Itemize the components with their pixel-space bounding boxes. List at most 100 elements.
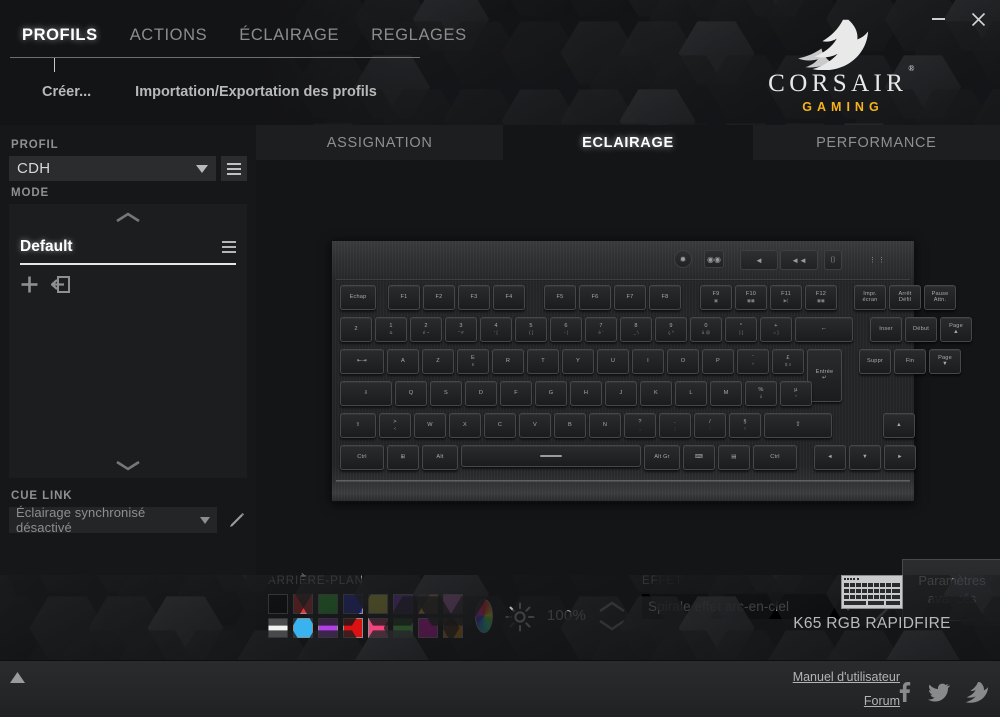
- tab-assignation[interactable]: ASSIGNATION: [256, 125, 505, 160]
- key-m[interactable]: M: [710, 381, 742, 406]
- key-blank[interactable]: ⇩: [340, 381, 392, 406]
- key-b[interactable]: B: [554, 413, 586, 438]
- key-2[interactable]: 2: [340, 317, 372, 342]
- key-f5[interactable]: F5: [544, 285, 576, 310]
- key-altgr[interactable]: Alt Gr: [644, 445, 680, 470]
- color-wheel-icon[interactable]: [475, 599, 493, 633]
- facebook-icon[interactable]: [894, 681, 914, 708]
- key-0[interactable]: 0à @: [690, 317, 722, 342]
- footer-link-forum[interactable]: Forum: [793, 694, 900, 708]
- mode-scroll-up-button[interactable]: [9, 204, 247, 230]
- key-7[interactable]: 7è `: [585, 317, 617, 342]
- color-swatch-r2-6[interactable]: [393, 618, 413, 638]
- profil-menu-button[interactable]: [221, 156, 247, 181]
- color-swatch-r2-8[interactable]: [443, 618, 463, 638]
- mode-scroll-down-button[interactable]: [9, 452, 247, 478]
- key-t[interactable]: T: [527, 349, 559, 374]
- expand-panel-button[interactable]: [9, 671, 26, 689]
- key-blank[interactable]: ⇤⇥: [340, 349, 384, 374]
- key-y[interactable]: Y: [562, 349, 594, 374]
- key-blank[interactable]: ⌨: [683, 445, 715, 470]
- volume-up-button[interactable]: ◄◄: [780, 250, 818, 270]
- color-swatch-r1-7[interactable]: [418, 594, 438, 614]
- key-a[interactable]: A: [387, 349, 419, 374]
- key-i[interactable]: I: [632, 349, 664, 374]
- cuelink-dropdown[interactable]: Éclairage synchronisé désactivé: [9, 505, 217, 535]
- key-blank[interactable]: > <: [379, 413, 411, 438]
- key-3[interactable]: 3 " #: [445, 317, 477, 342]
- key-dbut[interactable]: Début: [905, 317, 937, 342]
- subnav-item-crer[interactable]: Créer...: [10, 84, 113, 100]
- close-button[interactable]: [966, 8, 990, 30]
- key-f7[interactable]: F7: [614, 285, 646, 310]
- key-q[interactable]: Q: [395, 381, 427, 406]
- tab-eclairage[interactable]: ECLAIRAGE: [504, 125, 753, 160]
- color-swatch-r1-6[interactable]: [393, 594, 413, 614]
- key-blank[interactable]: ¨ ^: [737, 349, 769, 374]
- key-blank[interactable]: ▼: [849, 445, 881, 470]
- twitter-icon[interactable]: [928, 681, 950, 708]
- key-c[interactable]: C: [484, 413, 516, 438]
- key-e[interactable]: E €: [457, 349, 489, 374]
- key-blank[interactable]: ▲: [883, 413, 915, 438]
- volume-down-button[interactable]: ◄: [740, 250, 778, 270]
- key-o[interactable]: O: [667, 349, 699, 374]
- key-arrtdfil[interactable]: Arrêt Défil: [889, 285, 921, 310]
- key-blank[interactable]: ←: [795, 317, 853, 342]
- key-f2[interactable]: F2: [423, 285, 455, 310]
- footer-link-manueldutilisateur[interactable]: Manuel d'utilisateur: [793, 670, 900, 684]
- key-blank[interactable]: % ù: [745, 381, 777, 406]
- key-blank[interactable]: ◄: [814, 445, 846, 470]
- import-mode-button[interactable]: [51, 275, 70, 294]
- color-swatch-r2-7[interactable]: [418, 618, 438, 638]
- key-1[interactable]: 1 &: [375, 317, 407, 342]
- color-swatch-r2-1[interactable]: [268, 618, 288, 638]
- key-ctrl[interactable]: Ctrl: [753, 445, 797, 470]
- key-f4[interactable]: F4: [493, 285, 525, 310]
- key-p[interactable]: P: [702, 349, 734, 374]
- key-6[interactable]: 6- |: [550, 317, 582, 342]
- key-blank[interactable]: °) ]: [725, 317, 757, 342]
- key-page[interactable]: Page ▲: [940, 317, 972, 342]
- nav-item-reglages[interactable]: REGLAGES: [355, 26, 483, 54]
- key-pauseattn[interactable]: Pause Attn.: [924, 285, 956, 310]
- color-swatch-r1-5[interactable]: [368, 594, 388, 614]
- key-d[interactable]: D: [465, 381, 497, 406]
- key-g[interactable]: G: [535, 381, 567, 406]
- key-z[interactable]: Z: [422, 349, 454, 374]
- key-f11[interactable]: F11 ▶|: [770, 285, 802, 310]
- key-f9[interactable]: F9 ▣: [700, 285, 732, 310]
- tab-performance[interactable]: PERFORMANCE: [752, 125, 1000, 160]
- color-swatch-r2-4[interactable]: [343, 618, 363, 638]
- key-blank[interactable]: µ *: [780, 381, 812, 406]
- color-swatch-r1-2[interactable]: [293, 594, 313, 614]
- color-swatch-r2-2[interactable]: [293, 618, 313, 638]
- key-echap[interactable]: Echap: [340, 285, 376, 310]
- key-blank[interactable]: ►: [884, 445, 916, 470]
- nav-item-profils[interactable]: PROFILS: [10, 26, 114, 54]
- key-suppr[interactable]: Suppr: [859, 349, 891, 374]
- corsair-sail-icon[interactable]: [964, 681, 989, 708]
- key-key[interactable]: [461, 445, 641, 467]
- color-swatch-r1-8[interactable]: [443, 594, 463, 614]
- key-w[interactable]: W: [414, 413, 446, 438]
- keyboard-preview[interactable]: ✹ ◉◉ ◄ ◄◄ ⌷ ⋮ ⋮ Echap F1 F2 F3 F4 F5 F6 F7 F8 F9 ▣ F10 ◼◼…: [331, 240, 972, 502]
- key-2[interactable]: 2é ~: [410, 317, 442, 342]
- key-blank[interactable]: .;: [659, 413, 691, 438]
- key-4[interactable]: 4 ' {: [480, 317, 512, 342]
- windows-lock-button[interactable]: ⌷: [824, 250, 842, 270]
- color-swatch-r1-4[interactable]: [343, 594, 363, 614]
- profil-dropdown[interactable]: CDH: [9, 156, 216, 181]
- brightness-increase-button[interactable]: [598, 600, 626, 614]
- key-v[interactable]: V: [519, 413, 551, 438]
- key-k[interactable]: K: [640, 381, 672, 406]
- key-f10[interactable]: F10 ◼◼: [735, 285, 767, 310]
- cuelink-edit-button[interactable]: [227, 510, 247, 530]
- key-x[interactable]: X: [449, 413, 481, 438]
- key-s[interactable]: S: [430, 381, 462, 406]
- key-h[interactable]: H: [570, 381, 602, 406]
- key-j[interactable]: J: [605, 381, 637, 406]
- color-swatch-r1-3[interactable]: [318, 594, 338, 614]
- key-blank[interactable]: ⊞: [387, 445, 419, 470]
- key-inser[interactable]: Inser: [870, 317, 902, 342]
